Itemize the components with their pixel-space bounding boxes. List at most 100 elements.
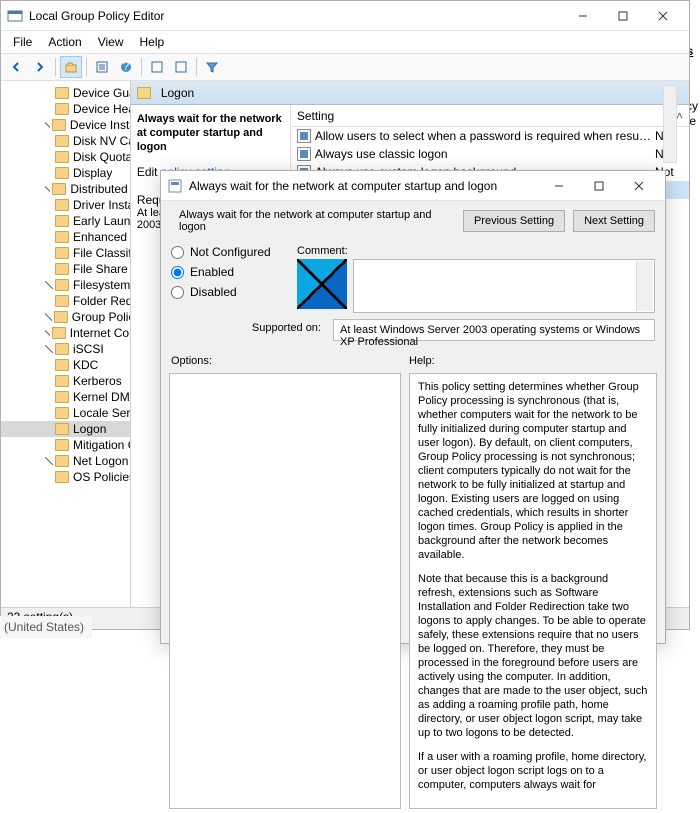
dialog-maximize-button[interactable] — [579, 172, 619, 200]
tree-label: Display — [73, 166, 112, 180]
radio-disabled[interactable]: Disabled — [171, 285, 281, 299]
tree-label: Group Policy — [72, 310, 130, 324]
tree-node[interactable]: Filesystem — [1, 277, 130, 293]
folder-icon — [55, 215, 69, 227]
previous-setting-button[interactable]: Previous Setting — [463, 210, 565, 232]
list-button[interactable] — [91, 56, 113, 78]
tree-node[interactable]: Group Policy — [1, 309, 130, 325]
up-button[interactable] — [60, 56, 82, 78]
menu-help[interactable]: Help — [132, 33, 173, 51]
tree-label: Logon — [73, 422, 106, 436]
menu-action[interactable]: Action — [40, 33, 89, 51]
chevron-up-icon[interactable]: ˄ — [676, 109, 683, 123]
tree-node[interactable]: Net Logon — [1, 453, 130, 469]
titlebar[interactable]: Local Group Policy Editor — [1, 1, 689, 31]
window-title: Local Group Policy Editor — [29, 9, 563, 23]
folder-icon — [55, 279, 69, 291]
tree-label: Disk NV Cache — [73, 134, 130, 148]
tree-label: Mitigation Options — [73, 438, 130, 452]
close-button[interactable] — [643, 2, 683, 30]
help-box[interactable]: This policy setting determines whether G… — [409, 373, 657, 809]
tree-node[interactable]: Mitigation Options — [1, 437, 130, 453]
filter-button[interactable] — [201, 56, 223, 78]
tree-node[interactable]: Disk Quotas — [1, 149, 130, 165]
setting-row[interactable]: Always use classic logonNot — [291, 145, 689, 163]
details-header-label: Logon — [161, 86, 194, 100]
radio-not-configured[interactable]: Not Configured — [171, 245, 281, 259]
tree-label: iSCSI — [73, 342, 104, 356]
folder-icon — [55, 375, 69, 387]
tree-node[interactable]: Device Guard — [1, 85, 130, 101]
tree-node[interactable]: Kernel DMA Protec — [1, 389, 130, 405]
tree-node[interactable]: Device Health Attes — [1, 101, 130, 117]
tree-node[interactable]: Disk NV Cache — [1, 133, 130, 149]
tree-label: Enhanced Storage A — [73, 230, 130, 244]
scrollbar[interactable] — [663, 85, 677, 163]
maximize-button[interactable] — [603, 2, 643, 30]
tree-node[interactable]: Distributed COM — [1, 181, 130, 197]
next-setting-button[interactable]: Next Setting — [573, 210, 655, 232]
state-radios: Not Configured Enabled Disabled — [171, 245, 281, 299]
nav-tree[interactable]: Device GuardDevice Health AttesDevice In… — [1, 81, 131, 607]
back-button[interactable] — [5, 56, 27, 78]
folder-icon — [55, 231, 69, 243]
tree-label: Device Installation — [70, 118, 130, 132]
tree-node[interactable]: KDC — [1, 357, 130, 373]
tree-node[interactable]: Enhanced Storage A — [1, 229, 130, 245]
tree-node[interactable]: Logon — [1, 421, 130, 437]
tool-button-2[interactable] — [170, 56, 192, 78]
setting-row[interactable]: Allow users to select when a password is… — [291, 127, 689, 145]
setting-label: Allow users to select when a password is… — [315, 129, 651, 143]
tree-node[interactable]: Display — [1, 165, 130, 181]
tree-node[interactable]: OS Policies — [1, 469, 130, 485]
supported-on-label: Supported on: — [171, 319, 321, 334]
options-box[interactable] — [169, 373, 401, 809]
tree-label: File Share Shadow C — [73, 262, 130, 276]
toolbar: ? — [1, 53, 689, 81]
tree-node[interactable]: Internet Communic — [1, 325, 130, 341]
tree-node[interactable]: File Share Shadow C — [1, 261, 130, 277]
help-button[interactable]: ? — [115, 56, 137, 78]
tree-label: Internet Communic — [70, 326, 130, 340]
minimize-button[interactable] — [563, 2, 603, 30]
tree-node[interactable]: Early Launch Antim — [1, 213, 130, 229]
tree-node[interactable]: Kerberos — [1, 373, 130, 389]
tree-label: Early Launch Antim — [73, 214, 130, 228]
tree-label: File Classification I — [73, 246, 130, 260]
folder-icon — [55, 167, 69, 179]
dialog-minimize-button[interactable] — [539, 172, 579, 200]
tree-node[interactable]: Driver Installation — [1, 197, 130, 213]
menu-file[interactable]: File — [5, 33, 40, 51]
menu-view[interactable]: View — [90, 33, 132, 51]
tree-node[interactable]: Locale Services — [1, 405, 130, 421]
tree-node[interactable]: iSCSI — [1, 341, 130, 357]
setting-title: Always wait for the network at computer … — [137, 113, 282, 153]
tree-node[interactable]: Device Installation — [1, 117, 130, 133]
tree-label: Distributed COM — [70, 182, 129, 196]
dialog-titlebar[interactable]: Always wait for the network at computer … — [161, 171, 665, 201]
tree-label: Disk Quotas — [73, 150, 130, 164]
folder-icon — [55, 87, 69, 99]
tool-button-1[interactable] — [146, 56, 168, 78]
folder-icon — [55, 439, 69, 451]
menu-bar[interactable]: File Action View Help — [1, 31, 689, 53]
comment-textarea[interactable] — [353, 259, 655, 313]
folder-icon — [52, 183, 66, 195]
tree-node[interactable]: File Classification I — [1, 245, 130, 261]
dialog-icon — [167, 178, 183, 194]
forward-button[interactable] — [29, 56, 51, 78]
dialog-close-button[interactable] — [619, 172, 659, 200]
tree-label: Device Guard — [73, 86, 130, 100]
tree-node[interactable]: Folder Redirection — [1, 293, 130, 309]
radio-enabled[interactable]: Enabled — [171, 265, 281, 279]
col-setting[interactable]: Setting — [297, 109, 334, 123]
tree-label: Net Logon — [73, 454, 128, 468]
tree-label: OS Policies — [73, 470, 130, 484]
column-header[interactable]: Setting ˄ — [291, 105, 689, 127]
folder-icon — [55, 455, 69, 467]
tree-label: Kernel DMA Protec — [73, 390, 130, 404]
folder-icon — [52, 119, 66, 131]
folder-icon — [55, 471, 69, 483]
folder-icon — [55, 199, 69, 211]
folder-icon — [55, 407, 69, 419]
